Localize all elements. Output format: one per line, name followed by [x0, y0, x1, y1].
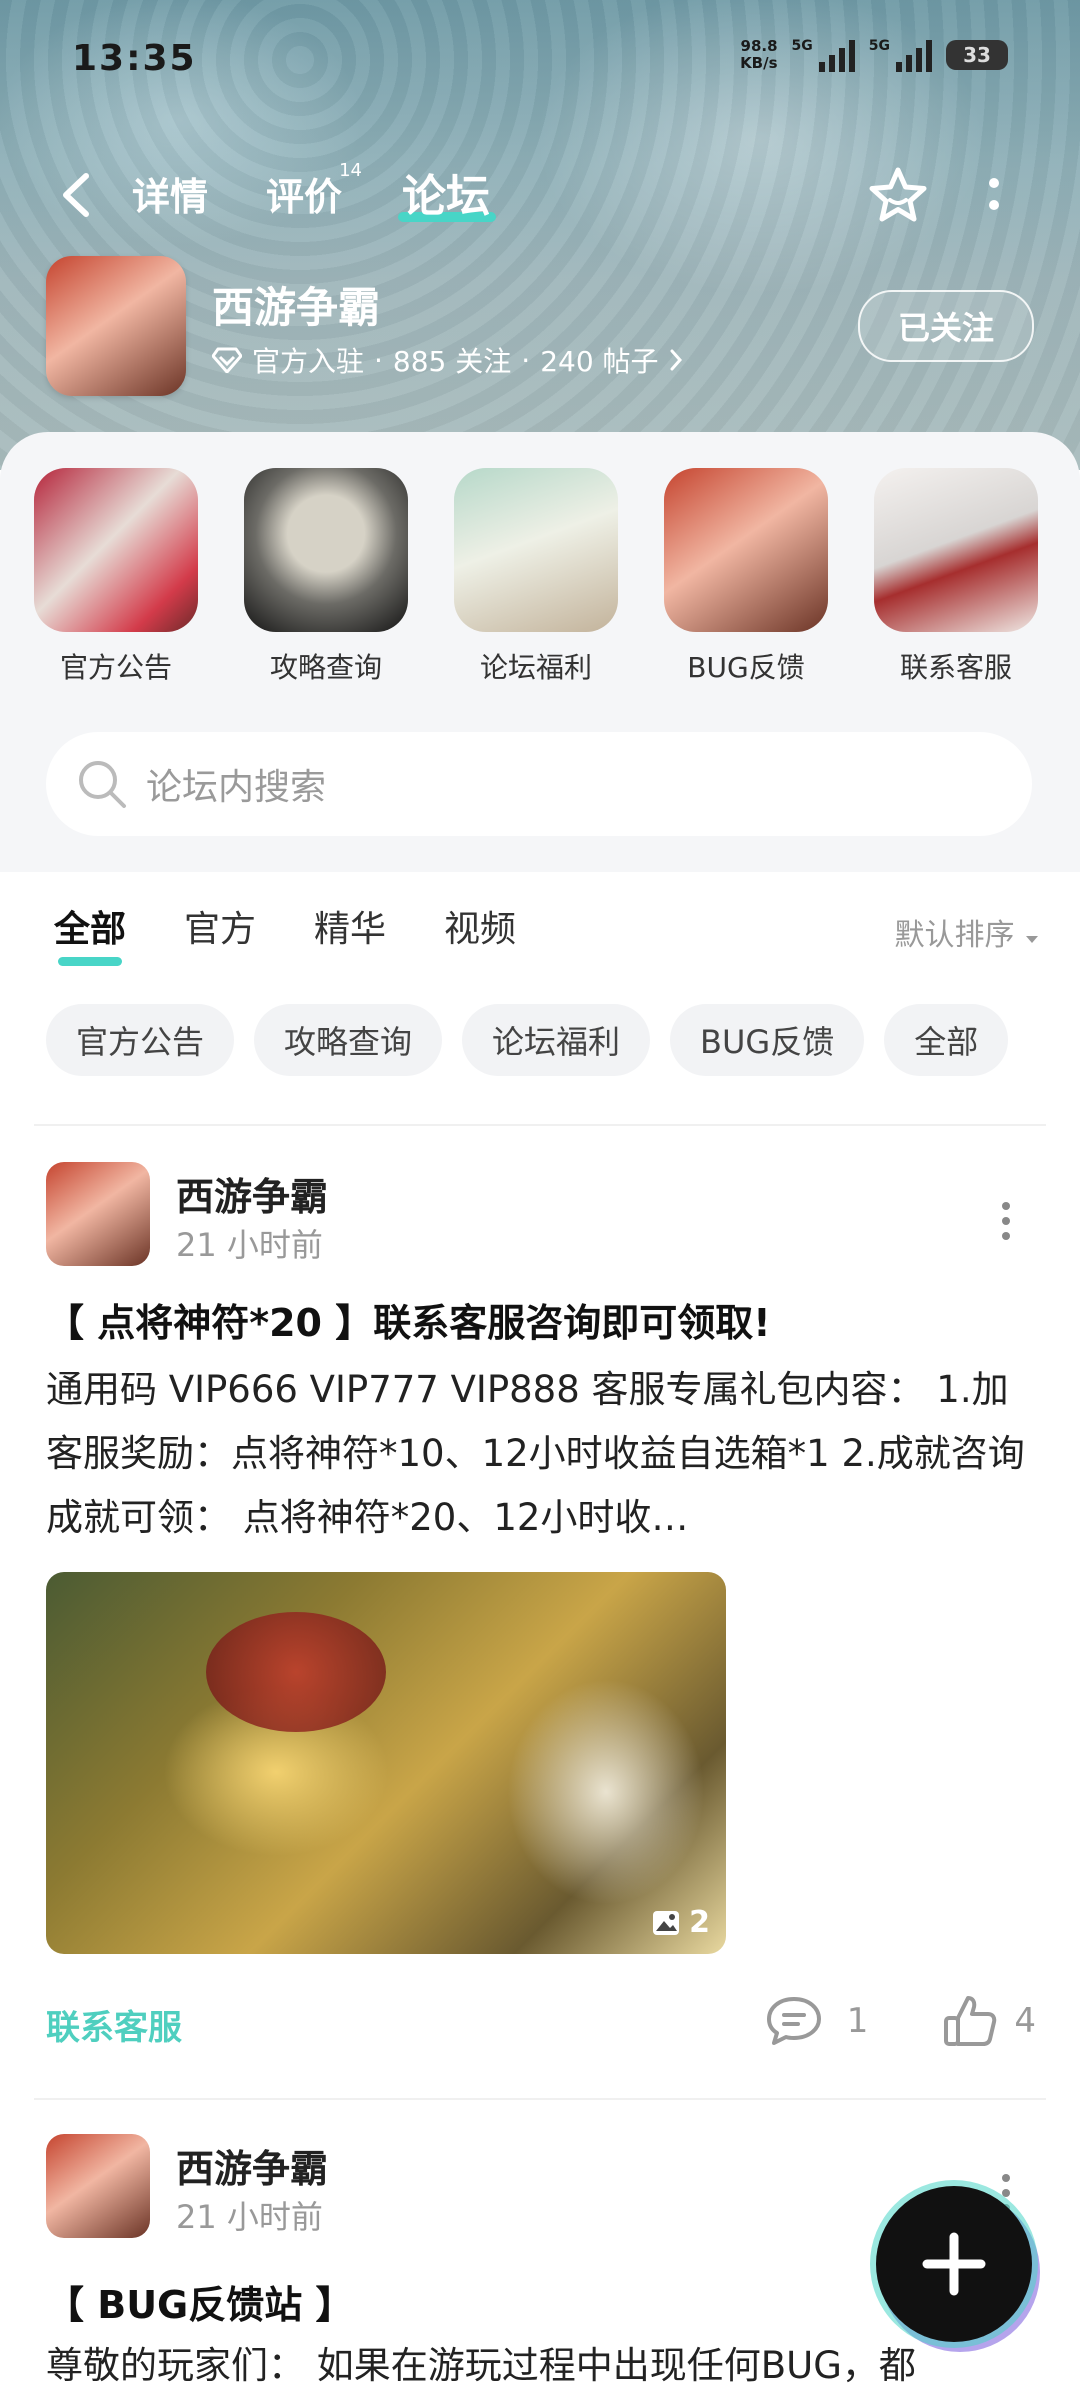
plus-icon [922, 2232, 986, 2296]
chip-bug-report[interactable]: BUG反馈 [670, 1004, 865, 1076]
follower-count: 885 关注 [392, 345, 512, 378]
post-tag[interactable]: 联系客服 [46, 2000, 182, 2049]
search-placeholder: 论坛内搜索 [146, 767, 327, 808]
game-meta[interactable]: 官方入驻 · 885 关注 · 240 帖子 [212, 340, 683, 380]
battery-icon: 33 [946, 40, 1008, 70]
category-chips: 官方公告 攻略查询 论坛福利 BUG反馈 全部 [46, 1004, 1009, 1076]
chip-all[interactable]: 全部 [884, 1004, 1009, 1076]
shortcut-image [874, 468, 1038, 632]
post-author: 西游争霸 [176, 1175, 329, 1219]
official-label: 官方入驻 [252, 345, 365, 378]
avatar[interactable] [46, 2134, 150, 2238]
post-title: 【 点将神符*20 】联系客服咨询即可领取! [46, 1301, 771, 1345]
shortcut-image [34, 468, 198, 632]
chip-guide[interactable]: 攻略查询 [254, 1004, 443, 1076]
verified-diamond-icon [212, 347, 242, 373]
shortcut-bug-report[interactable]: BUG反馈 [664, 468, 828, 686]
post-stats: 1 4 [765, 1994, 1036, 2048]
post-title: 【 BUG反馈站 】 [46, 2283, 354, 2327]
post-body: 尊敬的玩家们： 如果在游玩过程中出现任何BUG，都 [46, 2344, 916, 2387]
shortcut-guide[interactable]: 攻略查询 [244, 468, 408, 686]
network-type-1: 5G [791, 38, 813, 54]
post-card[interactable]: 西游争霸 21 小时前 【 点将神符*20 】联系客服咨询即可领取! 通用码 V… [0, 1162, 1080, 2062]
image-icon [653, 1910, 680, 1935]
more-vertical-icon[interactable] [1000, 1202, 1012, 1247]
shortcut-official-notice[interactable]: 官方公告 [34, 468, 198, 686]
filter-tab-all[interactable]: 全部 [54, 900, 126, 966]
signal-icon-2 [896, 38, 932, 72]
network-type-2: 5G [868, 38, 890, 54]
shortcut-customer-service[interactable]: 联系客服 [874, 468, 1038, 686]
post-author: 西游争霸 [176, 2147, 329, 2191]
review-count-badge: 14 [339, 160, 363, 181]
sort-dropdown[interactable]: 默认排序 [894, 910, 1040, 954]
filter-tab-featured[interactable]: 精华 [314, 900, 386, 960]
comment-count: 1 [846, 2001, 869, 2041]
shortcut-row: 官方公告 攻略查询 论坛福利 BUG反馈 联系客服 [34, 468, 1038, 686]
forum-panel: 官方公告 攻略查询 论坛福利 BUG反馈 联系客服 论坛内搜索 [0, 432, 1080, 872]
filter-tab-video[interactable]: 视频 [444, 900, 516, 960]
tab-forum[interactable]: 论坛 [402, 160, 490, 224]
search-input[interactable]: 论坛内搜索 [46, 732, 1032, 836]
like-button[interactable]: 4 [942, 1994, 1036, 2048]
divider [34, 1124, 1046, 1126]
status-bar: 13:35 98.8 KB/s 5G 5G 33 [72, 38, 1008, 86]
top-navigation: 详情 评价 14 论坛 [0, 160, 1080, 230]
search-icon [79, 761, 126, 808]
like-count: 4 [1014, 2001, 1036, 2041]
divider [34, 2098, 1046, 2100]
post-image[interactable]: 2 [46, 1572, 726, 1954]
shortcut-image [244, 468, 408, 632]
status-time: 13:35 [72, 38, 197, 79]
game-name: 西游争霸 [212, 283, 381, 332]
thumb-up-icon [944, 1996, 997, 2046]
post-time: 21 小时前 [176, 2198, 323, 2236]
avatar[interactable] [46, 1162, 150, 1266]
tab-details[interactable]: 详情 [132, 166, 208, 221]
post-body: 通用码 VIP666 VIP777 VIP888 客服专属礼包内容： 1.加客服… [46, 1368, 1025, 1539]
chevron-left-icon[interactable] [58, 172, 94, 218]
chip-official-notice[interactable]: 官方公告 [46, 1004, 235, 1076]
shortcut-welfare[interactable]: 论坛福利 [454, 468, 618, 686]
signal-icon [818, 38, 855, 72]
comment-icon[interactable] [765, 1995, 823, 2047]
shortcut-image [664, 468, 828, 632]
more-vertical-icon[interactable] [986, 174, 1002, 218]
tab-reviews[interactable]: 评价 14 [266, 160, 362, 221]
image-count: 2 [651, 1905, 710, 1940]
compose-button[interactable] [876, 2186, 1032, 2342]
network-speed: 98.8 KB/s [740, 37, 778, 72]
chevron-right-icon [670, 349, 682, 371]
post-count: 240 帖子 [540, 345, 659, 378]
chip-welfare[interactable]: 论坛福利 [462, 1004, 651, 1076]
star-icon[interactable] [866, 164, 930, 228]
filter-tabs: 全部 官方 精华 视频 [54, 900, 516, 966]
post-time: 21 小时前 [176, 1226, 323, 1264]
shortcut-image [454, 468, 618, 632]
follow-button[interactable]: 已关注 [858, 290, 1034, 362]
game-icon[interactable] [46, 256, 186, 396]
caret-down-icon [1026, 936, 1038, 943]
filter-tab-official[interactable]: 官方 [184, 900, 256, 960]
